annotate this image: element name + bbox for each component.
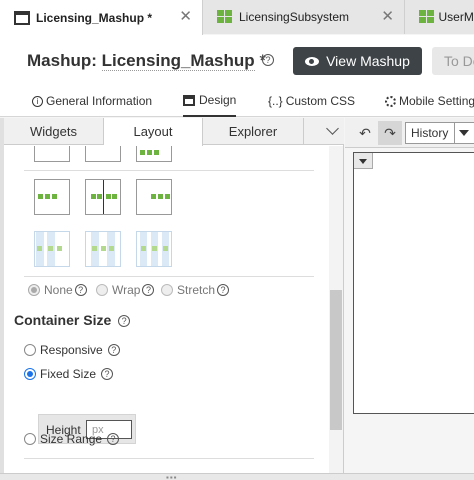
tab-general-information[interactable]: i General Information [32, 85, 152, 117]
chevron-down-icon [454, 123, 472, 143]
undo-icon[interactable]: ↶ [353, 121, 377, 145]
redo-icon[interactable]: ↷ [378, 121, 402, 145]
help-icon[interactable]: ? [107, 344, 120, 356]
tab-design[interactable]: Design [183, 85, 237, 117]
canvas-toolbar: ↶ ↷ History [345, 118, 474, 148]
subsystem-icon [217, 10, 233, 24]
tab-mobile-settings[interactable]: Mobile Setting [385, 85, 474, 117]
grip-icon: ▪▪▪ [166, 473, 178, 480]
editor-subtabs: i General Information Design {..} Custom… [0, 85, 474, 117]
tab-label: LicensingSubsystem [239, 10, 350, 24]
spacing-wrap-radio[interactable] [96, 284, 108, 296]
subsystem-icon [419, 10, 434, 24]
gear-icon [385, 95, 396, 107]
help-icon[interactable]: ? [101, 368, 114, 380]
help-icon[interactable]: ? [118, 315, 131, 328]
layout-option-align-bottom-left[interactable] [34, 146, 70, 162]
layout-panel: Widgets Layout Explorer None ? Wrap ? St… [4, 118, 344, 473]
panel-scrollbar[interactable] [329, 146, 343, 473]
help-icon[interactable]: ? [142, 284, 155, 296]
responsive-option[interactable]: Responsive ? [24, 343, 120, 357]
tab-label: UserMa [438, 10, 474, 24]
design-icon [183, 94, 195, 106]
help-icon[interactable]: ? [262, 54, 274, 66]
panel-tabs: Widgets Layout Explorer [4, 118, 344, 146]
spacing-none-option[interactable]: None ? [28, 283, 87, 297]
spacing-wrap-option[interactable]: Wrap ? [96, 283, 155, 297]
resize-bar[interactable]: ▪▪▪ [0, 473, 474, 480]
to-design-button[interactable]: To De [432, 47, 474, 75]
container-menu-button[interactable] [354, 153, 373, 169]
history-dropdown[interactable]: History [405, 122, 474, 144]
layout-option-distribute-center[interactable] [85, 179, 121, 215]
chevron-down-icon[interactable] [326, 124, 338, 136]
spacing-stretch-option[interactable]: Stretch ? [161, 283, 230, 297]
divider [24, 276, 314, 277]
mashup-name[interactable]: Licensing_Mashup [101, 51, 255, 71]
tab-layout[interactable]: Layout [104, 118, 203, 146]
tab-licensing-mashup[interactable]: Licensing_Mashup * ✕ [0, 0, 203, 35]
mashup-header: Mashup: Licensing_Mashup * ? View Mashup… [0, 35, 474, 85]
spacing-stretch-radio[interactable] [161, 284, 173, 296]
mashup-icon [14, 10, 30, 25]
scrollbar-thumb[interactable] [330, 290, 342, 430]
help-icon[interactable]: ? [74, 284, 87, 296]
tab-label: Licensing_Mashup * [36, 10, 153, 25]
close-icon[interactable]: ✕ [179, 9, 192, 24]
spacing-none-radio[interactable] [28, 284, 40, 296]
size-range-option[interactable]: Size Range ? [24, 432, 120, 446]
container-size-heading: Container Size ? [14, 312, 131, 328]
tab-widgets[interactable]: Widgets [4, 118, 104, 145]
layout-option-distribute-right[interactable] [136, 179, 172, 215]
close-icon[interactable]: ✕ [381, 9, 394, 24]
page-title: Mashup: Licensing_Mashup * ? [27, 51, 274, 71]
layout-option-distribute-left[interactable] [34, 179, 70, 215]
custom-css-icon: {..} [268, 94, 283, 108]
info-icon: i [32, 95, 43, 107]
mashup-canvas[interactable] [353, 152, 474, 414]
size-range-radio[interactable] [24, 433, 36, 445]
layout-option-align-bottom-right[interactable] [136, 146, 172, 162]
help-icon[interactable]: ? [217, 284, 230, 296]
layout-option-align-top-center[interactable] [85, 146, 121, 162]
tab-licensing-subsystem[interactable]: LicensingSubsystem ✕ [203, 0, 405, 34]
tab-custom-css[interactable]: {..} Custom CSS [268, 85, 355, 117]
canvas-panel: ↶ ↷ History [345, 118, 474, 473]
tab-explorer[interactable]: Explorer [203, 118, 304, 145]
view-mashup-button[interactable]: View Mashup [293, 47, 422, 75]
divider [24, 170, 314, 171]
editor-tab-bar: Licensing_Mashup * ✕ LicensingSubsystem … [0, 0, 474, 35]
fixed-size-radio[interactable] [24, 368, 36, 380]
divider [24, 458, 314, 459]
fixed-size-option[interactable]: Fixed Size ? [24, 367, 114, 381]
layout-option-stretch-left[interactable] [34, 231, 70, 267]
responsive-radio[interactable] [24, 344, 36, 356]
layout-option-stretch-center[interactable] [85, 231, 121, 267]
help-icon[interactable]: ? [107, 433, 120, 445]
eye-icon [305, 56, 320, 66]
tab-usermanagement[interactable]: UserMa [405, 0, 474, 34]
layout-option-stretch-right[interactable] [136, 231, 172, 267]
layout-options: None ? Wrap ? Stretch ? Container Size ?… [4, 146, 344, 473]
